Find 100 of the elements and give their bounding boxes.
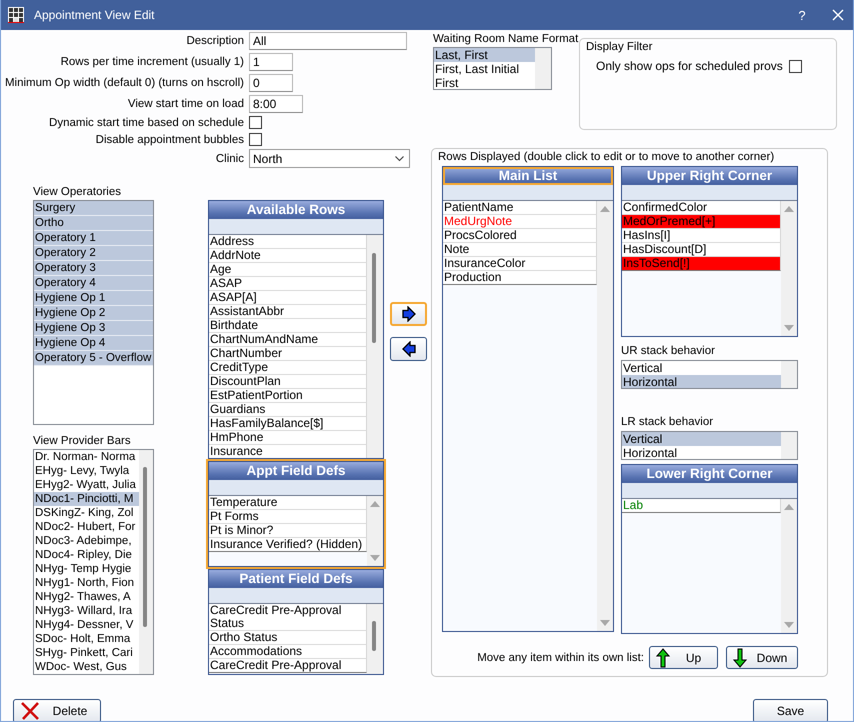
list-item[interactable]: NDoc3- Adebimpe, — [34, 534, 139, 548]
list-item[interactable]: Operatory 5 - Overflow — [34, 351, 153, 366]
scrollbar[interactable] — [597, 201, 613, 631]
checkbox[interactable] — [788, 60, 802, 72]
scroll-up-icon[interactable] — [370, 501, 380, 507]
list-item[interactable]: HmPhone — [209, 431, 367, 445]
list-item[interactable]: NDoc1- Pinciotti, M — [34, 492, 139, 506]
list-item[interactable]: CreditType — [209, 361, 367, 375]
scrollbar[interactable] — [367, 496, 383, 566]
list-item[interactable]: EHyg2- Wyatt, Julia — [34, 478, 139, 492]
list-item[interactable]: Age — [209, 263, 367, 277]
list-item[interactable]: AddrNote — [209, 249, 367, 263]
scrollbar-thumb[interactable] — [372, 253, 376, 343]
list-item[interactable]: Horizontal — [622, 375, 781, 388]
list-item[interactable]: Horizontal — [622, 446, 781, 459]
list-item[interactable]: Operatory 4 — [34, 276, 153, 291]
input-field[interactable]: 8:00 — [249, 94, 303, 112]
list-item[interactable]: SDoc- Holt, Emma — [34, 632, 139, 646]
list-item[interactable]: ChartNumAndName — [209, 333, 367, 347]
scrollbar[interactable] — [781, 499, 797, 633]
list-item[interactable]: First, Last Initial — [434, 62, 535, 76]
list-item[interactable]: MedUrgNote — [443, 215, 597, 229]
list-item[interactable]: ConfirmedColor — [622, 201, 781, 215]
list-item[interactable]: HasDiscount[D] — [622, 243, 781, 257]
scrollbar[interactable] — [781, 432, 797, 459]
checkbox[interactable] — [249, 116, 262, 129]
scrollbar[interactable] — [781, 201, 797, 336]
list-item[interactable]: ProcsColored — [443, 229, 597, 243]
list-item[interactable]: Operatory 2 — [34, 246, 153, 261]
list-item[interactable]: Accommodations — [209, 645, 367, 659]
list-item[interactable]: HasIns[I] — [622, 229, 781, 243]
list-item[interactable]: Address — [209, 235, 367, 249]
list-item[interactable]: Ortho — [34, 216, 153, 231]
list-item[interactable]: ASAP — [209, 277, 367, 291]
delete-button[interactable]: Delete — [13, 699, 101, 721]
list-item[interactable]: NDoc2- Hubert, For — [34, 520, 139, 534]
input-field[interactable]: 1 — [249, 52, 293, 70]
scrollbar[interactable] — [367, 235, 383, 458]
list-item[interactable]: Hygiene Op 3 — [34, 321, 153, 336]
list-item[interactable]: NHyg3- Willard, Ira — [34, 604, 139, 618]
list-item[interactable]: MedOrPremed[+] — [622, 215, 781, 229]
list-item[interactable]: Dr. Norman- Norma — [34, 450, 139, 464]
list-item[interactable]: Hygiene Op 4 — [34, 336, 153, 351]
list-item[interactable]: NHyg- Temp Hygie — [34, 562, 139, 576]
scrollbar-thumb[interactable] — [372, 621, 376, 651]
list-item[interactable]: HasFamilyBalance[$] — [209, 417, 367, 431]
move-right-button[interactable] — [390, 302, 427, 326]
list-item[interactable]: Vertical — [622, 432, 781, 446]
list-item[interactable]: Hygiene Op 2 — [34, 306, 153, 321]
list-item[interactable]: PatientName — [443, 201, 597, 215]
list-item[interactable]: InsuranceColor — [443, 257, 597, 271]
list-item[interactable]: Operatory 1 — [34, 231, 153, 246]
list-item[interactable]: Ortho Status — [209, 631, 367, 645]
list-item[interactable]: InsToSend[!] — [622, 257, 781, 271]
list-item[interactable]: Birthdate — [209, 319, 367, 333]
scrollbar[interactable] — [367, 604, 383, 674]
scroll-up-icon[interactable] — [600, 206, 610, 212]
help-button[interactable]: ? — [782, 8, 822, 22]
list-item[interactable]: ChartNumber — [209, 347, 367, 361]
input-field[interactable]: All — [249, 32, 407, 50]
list-item[interactable]: NHyg1- North, Fion — [34, 576, 139, 590]
list-item[interactable]: First — [434, 76, 535, 89]
list-item[interactable]: Vertical — [622, 361, 781, 375]
clinic-dropdown[interactable]: North — [249, 149, 410, 168]
list-item[interactable]: WDoc- West, Gus — [34, 660, 139, 674]
down-button[interactable]: Down — [726, 646, 798, 669]
scrollbar[interactable] — [139, 450, 153, 674]
list-item[interactable]: EHyg- Levy, Twyla — [34, 464, 139, 478]
scrollbar[interactable] — [781, 361, 797, 388]
list-item[interactable]: SHyg- Pinkett, Cari — [34, 646, 139, 660]
scroll-up-icon[interactable] — [784, 504, 794, 510]
list-item[interactable]: Operatory 3 — [34, 261, 153, 276]
scroll-up-icon[interactable] — [784, 206, 794, 212]
list-item[interactable]: ASAP[A] — [209, 291, 367, 305]
checkbox[interactable] — [249, 133, 262, 146]
scroll-down-icon[interactable] — [370, 555, 380, 561]
up-button[interactable]: Up — [649, 646, 718, 669]
scrollbar[interactable] — [535, 48, 551, 89]
list-item[interactable]: CareCredit Pre-Approval Status — [209, 604, 367, 631]
input-field[interactable]: 0 — [249, 74, 293, 92]
list-item[interactable]: Guardians — [209, 403, 367, 417]
list-item[interactable]: DSKingZ- King, Zol — [34, 506, 139, 520]
move-left-button[interactable] — [390, 337, 427, 361]
list-item[interactable]: Production — [443, 271, 597, 285]
list-item[interactable]: Hygiene Op 1 — [34, 291, 153, 306]
close-icon[interactable] — [832, 9, 844, 21]
list-item[interactable]: DiscountPlan — [209, 375, 367, 389]
list-item[interactable]: CareCredit Pre-Approval — [209, 659, 367, 673]
scroll-down-icon[interactable] — [784, 325, 794, 331]
list-item[interactable]: EstPatientPortion — [209, 389, 367, 403]
scrollbar-thumb[interactable] — [143, 467, 147, 627]
list-item[interactable]: AssistantAbbr — [209, 305, 367, 319]
list-item[interactable]: Lab — [622, 499, 781, 513]
list-item[interactable]: Pt Forms — [209, 510, 367, 524]
list-item[interactable]: Last, First — [434, 48, 535, 62]
list-item[interactable]: NDoc4- Ripley, Die — [34, 548, 139, 562]
scroll-down-icon[interactable] — [600, 620, 610, 626]
list-item[interactable]: Pt is Minor? — [209, 524, 367, 538]
scroll-down-icon[interactable] — [784, 622, 794, 628]
list-item[interactable]: Note — [443, 243, 597, 257]
